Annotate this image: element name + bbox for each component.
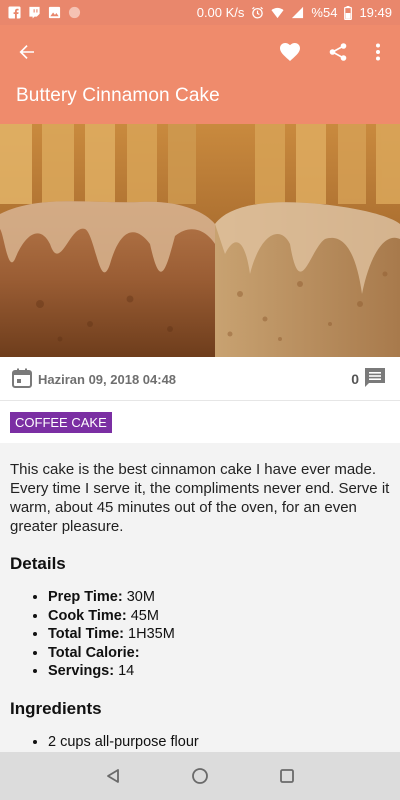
comment-count: 0 — [351, 371, 359, 387]
category-badge[interactable]: COFFEE CAKE — [10, 412, 112, 433]
list-item: Total Time: 1H35M — [48, 625, 394, 644]
status-bar: 0.00 K/s %54 19:49 — [0, 0, 400, 25]
more-options-button[interactable] — [363, 37, 393, 67]
detail-value: 45M — [126, 607, 159, 624]
nav-home-button[interactable] — [180, 756, 220, 796]
clock: 19:49 — [359, 5, 392, 20]
nav-recents-button[interactable] — [267, 756, 307, 796]
signal-icon — [292, 6, 304, 19]
category-row: COFFEE CAKE — [0, 401, 400, 443]
back-arrow-icon — [19, 45, 34, 59]
list-item: Cook Time: 45M — [48, 607, 394, 626]
battery-percent: %54 — [311, 5, 338, 20]
nav-back-button[interactable] — [93, 756, 133, 796]
details-heading: Details — [10, 554, 66, 573]
home-circle-icon — [192, 768, 208, 784]
ingredients-heading: Ingredients — [10, 698, 102, 718]
detail-label: Total Time: — [48, 626, 124, 642]
recipe-content: This cake is the best cinnamon cake I ha… — [10, 460, 394, 751]
twitch-icon — [29, 6, 40, 19]
back-button[interactable] — [12, 37, 42, 67]
circle-icon — [68, 6, 81, 19]
detail-label: Cook Time: — [48, 607, 127, 624]
battery-icon — [344, 5, 353, 20]
details-list: Prep Time: 30M Cook Time: 45M Total Time… — [10, 588, 394, 681]
heart-icon — [280, 43, 300, 61]
detail-value: 1H35M — [124, 626, 175, 642]
facebook-icon — [8, 6, 21, 19]
comment-icon[interactable] — [363, 366, 387, 390]
detail-value: 30M — [122, 589, 155, 605]
status-notifications — [8, 6, 81, 19]
share-icon — [329, 43, 347, 61]
post-meta: Haziran 09, 2018 04:48 0 — [0, 357, 400, 401]
alarm-icon — [252, 6, 264, 19]
share-button[interactable] — [323, 37, 353, 67]
post-date: Haziran 09, 2018 04:48 — [38, 372, 177, 387]
list-item: 2 cups all-purpose flour — [48, 733, 394, 752]
system-nav-bar — [0, 752, 400, 800]
list-item: Prep Time: 30M — [48, 588, 394, 607]
network-speed: 0.00 K/s — [196, 5, 245, 20]
recipe-title: Buttery Cinnamon Cake — [16, 85, 220, 106]
recents-square-icon — [279, 769, 294, 783]
list-item: Servings: 14 — [48, 662, 394, 681]
image-icon — [48, 6, 61, 19]
detail-label: Total Calorie: — [48, 644, 140, 661]
ingredients-list: 2 cups all-purpose flour — [10, 733, 394, 752]
more-vert-icon — [376, 43, 380, 61]
back-triangle-icon — [107, 769, 120, 783]
detail-label: Prep Time: — [48, 589, 123, 605]
detail-label: Servings: — [48, 663, 115, 679]
recipe-photo — [0, 124, 400, 357]
recipe-description: This cake is the best cinnamon cake I ha… — [10, 461, 390, 535]
list-item: Total Calorie: — [48, 644, 394, 663]
wifi-icon — [271, 7, 284, 19]
favorite-button[interactable] — [275, 37, 305, 67]
calendar-icon — [12, 368, 32, 388]
app-bar: Buttery Cinnamon Cake — [0, 25, 400, 124]
status-system: 0.00 K/s %54 19:49 — [197, 5, 392, 20]
detail-value: 14 — [114, 663, 135, 679]
